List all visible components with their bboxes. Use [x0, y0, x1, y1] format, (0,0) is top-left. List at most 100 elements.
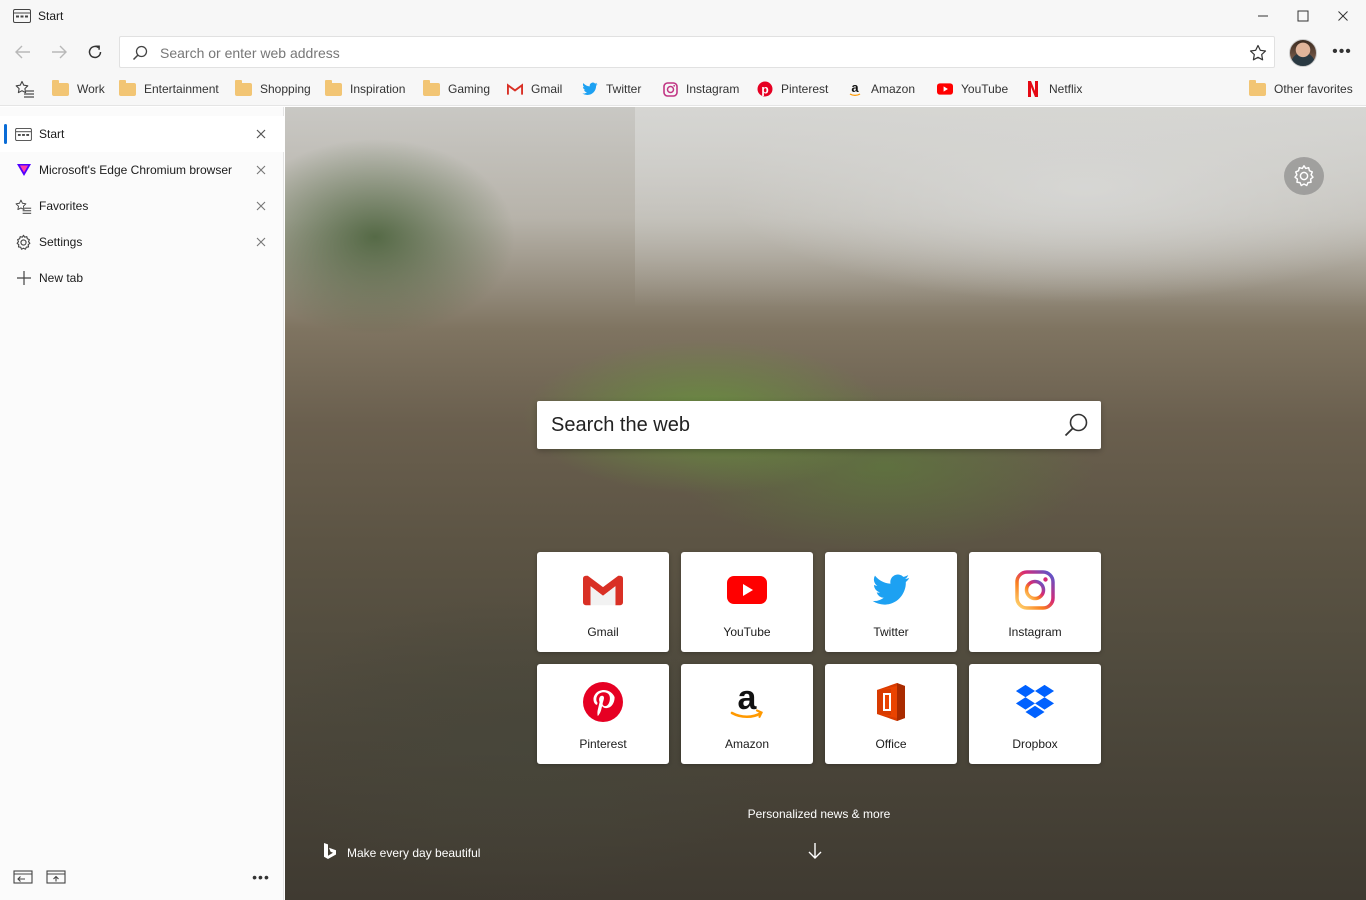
search-icon[interactable] [1063, 412, 1089, 441]
favorite-amazon[interactable]: a Amazon [847, 79, 915, 99]
address-bar[interactable] [119, 36, 1275, 68]
folder-icon [1249, 79, 1266, 96]
favorite-youtube[interactable]: YouTube [937, 79, 1008, 99]
page-settings-button[interactable] [1284, 157, 1324, 195]
collapse-pane-icon [13, 870, 33, 884]
web-search-box[interactable] [537, 401, 1101, 449]
collapse-pane-button[interactable] [12, 867, 34, 887]
gmail-icon [507, 81, 523, 97]
favorite-pinterest[interactable]: p Pinterest [757, 79, 828, 99]
favorite-shopping[interactable]: Shopping [235, 79, 311, 99]
favorite-label: Pinterest [781, 82, 829, 96]
maximize-button[interactable] [1283, 0, 1323, 32]
quick-link-office[interactable]: Office [825, 664, 957, 764]
title-bar: Start [0, 0, 1366, 32]
avatar[interactable] [1289, 39, 1317, 67]
start-page-icon [13, 9, 31, 23]
vertical-tabs-pane: Start Microsoft's Edge Chromium browser … [0, 107, 284, 900]
close-icon [256, 129, 266, 139]
tab-favorites[interactable]: Favorites [0, 188, 284, 224]
favorite-work[interactable]: Work [52, 79, 105, 99]
bing-caption-text: Make every day beautiful [347, 845, 481, 860]
quick-link-twitter[interactable]: Twitter [825, 552, 957, 652]
favorite-entertainment[interactable]: Entertainment [119, 79, 219, 99]
quick-link-gmail[interactable]: Gmail [537, 552, 669, 652]
close-icon [256, 237, 266, 247]
forward-icon [52, 45, 67, 59]
favorite-label: YouTube [961, 82, 1009, 96]
favorite-gmail[interactable]: Gmail [507, 79, 562, 99]
web-search-input[interactable] [551, 413, 1051, 437]
folder-icon [52, 79, 69, 96]
tile-label: Pinterest [579, 737, 627, 751]
other-favorites[interactable]: Other favorites [1249, 79, 1353, 99]
favorite-label: Amazon [871, 82, 916, 96]
favorite-label: Entertainment [144, 82, 219, 96]
tab-label: Microsoft's Edge Chromium browser [39, 163, 233, 177]
favorite-gaming[interactable]: Gaming [423, 79, 490, 99]
favorite-label: Inspiration [350, 82, 406, 96]
quick-link-youtube[interactable]: YouTube [681, 552, 813, 652]
address-input[interactable] [160, 43, 1220, 63]
new-tab-button[interactable]: New tab [0, 260, 284, 296]
office-icon [871, 682, 911, 722]
minimize-button[interactable] [1243, 0, 1283, 32]
favorite-label: Gaming [448, 82, 491, 96]
close-tab-button[interactable] [251, 232, 271, 252]
personalized-news-link[interactable]: Personalized news & more [719, 807, 919, 821]
quick-link-amazon[interactable]: a Amazon [681, 664, 813, 764]
tab-label: Settings [39, 235, 83, 249]
close-icon [256, 201, 266, 211]
tab-settings[interactable]: Settings [0, 224, 284, 260]
close-tab-button[interactable] [251, 160, 271, 180]
window-title: Start [38, 9, 64, 23]
more-button[interactable]: ••• [1328, 38, 1356, 66]
close-button[interactable] [1323, 0, 1363, 32]
tile-label: Amazon [724, 737, 770, 751]
close-icon [256, 165, 266, 175]
favorite-twitter[interactable]: Twitter [582, 79, 641, 99]
svg-text:a: a [851, 81, 859, 95]
tile-label: Dropbox [1012, 737, 1058, 751]
sidebar-more-button[interactable]: ••• [248, 867, 274, 887]
folder-icon [423, 79, 440, 96]
tab-start[interactable]: Start [0, 116, 284, 152]
refresh-icon [88, 45, 102, 59]
tabs-to-top-icon [46, 870, 66, 884]
forward-button[interactable] [43, 36, 75, 68]
twitter-icon [582, 81, 598, 97]
pinterest-icon: p [757, 81, 773, 97]
folder-icon [235, 79, 252, 96]
favorites-menu-icon[interactable] [15, 80, 35, 101]
favorite-netflix[interactable]: Netflix [1025, 79, 1082, 99]
tab-edge-chromium-article[interactable]: Microsoft's Edge Chromium browser [0, 152, 284, 188]
tile-label: Twitter [873, 625, 909, 639]
amazon-icon: a [847, 81, 863, 97]
verge-icon [15, 162, 32, 178]
close-tab-button[interactable] [251, 124, 271, 144]
favorite-label: Shopping [260, 82, 311, 96]
svg-text:p: p [761, 83, 768, 97]
favorite-inspiration[interactable]: Inspiration [325, 79, 405, 99]
toolbar: ••• [0, 32, 1366, 72]
favorite-instagram[interactable]: Instagram [662, 79, 739, 99]
arrow-down-icon[interactable] [807, 842, 823, 860]
tabs-to-top-button[interactable] [45, 867, 67, 887]
refresh-button[interactable] [79, 36, 111, 68]
youtube-icon [727, 570, 767, 610]
bing-caption[interactable]: Make every day beautiful [323, 842, 480, 863]
other-favorites-label: Other favorites [1274, 82, 1353, 96]
back-button[interactable] [7, 36, 39, 68]
quick-link-instagram[interactable]: Instagram [969, 552, 1101, 652]
more-icon: ••• [1332, 43, 1352, 60]
close-tab-button[interactable] [251, 196, 271, 216]
more-icon: ••• [252, 869, 270, 885]
close-icon [1338, 11, 1348, 21]
quick-link-pinterest[interactable]: Pinterest [537, 664, 669, 764]
add-favorite-star-icon[interactable] [1249, 44, 1267, 65]
quick-link-dropbox[interactable]: Dropbox [969, 664, 1101, 764]
search-icon [132, 45, 148, 64]
tile-label: Gmail [587, 625, 619, 639]
favorite-label: Twitter [606, 82, 642, 96]
instagram-icon [662, 81, 678, 97]
